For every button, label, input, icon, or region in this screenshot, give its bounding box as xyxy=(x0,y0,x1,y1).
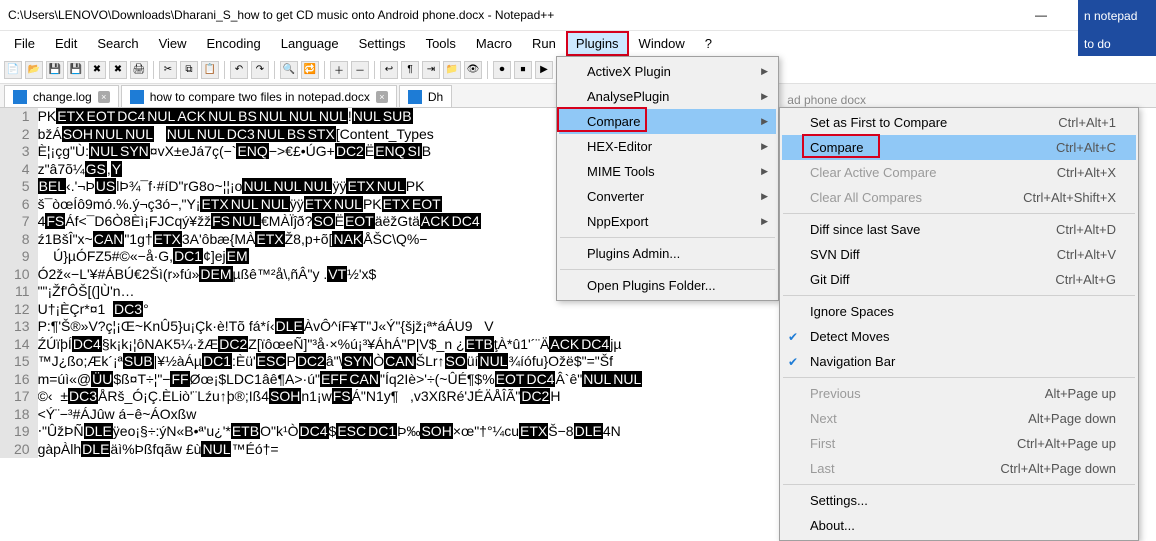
saveall-icon[interactable]: 💾 xyxy=(67,61,85,79)
replace-icon[interactable]: 🔁 xyxy=(301,61,319,79)
folder-icon[interactable]: 📁 xyxy=(443,61,461,79)
menu-run[interactable]: Run xyxy=(522,31,566,56)
compare-last[interactable]: LastCtrl+Alt+Page down xyxy=(782,456,1136,481)
menu-help[interactable]: ? xyxy=(695,31,722,56)
stop-icon[interactable]: ⏹ xyxy=(514,61,532,79)
new-icon[interactable]: 📄 xyxy=(4,61,22,79)
paste-icon[interactable]: 📋 xyxy=(201,61,219,79)
undo-icon[interactable]: ↶ xyxy=(230,61,248,79)
redo-icon[interactable]: ↷ xyxy=(251,61,269,79)
tab-how-to-compare[interactable]: how to compare two files in notepad.docx… xyxy=(121,85,397,107)
check-icon: ✔ xyxy=(788,355,798,369)
disk-icon xyxy=(408,90,422,104)
plugins-activex[interactable]: ActiveX Plugin xyxy=(559,59,776,84)
window-title: C:\Users\LENOVO\Downloads\Dharani_S_how … xyxy=(0,8,1018,22)
compare-first[interactable]: FirstCtrl+Alt+Page up xyxy=(782,431,1136,456)
menu-language[interactable]: Language xyxy=(271,31,349,56)
plugins-menu: ActiveX Plugin AnalysePlugin Compare HEX… xyxy=(556,56,779,301)
menubar: File Edit Search View Encoding Language … xyxy=(0,31,1156,56)
tab-changelog[interactable]: change.log × xyxy=(4,85,119,107)
titlebar: C:\Users\LENOVO\Downloads\Dharani_S_how … xyxy=(0,0,1156,31)
compare-setfirst[interactable]: Set as First to CompareCtrl+Alt+1 xyxy=(782,110,1136,135)
tab-dharani[interactable]: Dh xyxy=(399,85,452,107)
compare-git[interactable]: Git DiffCtrl+Alt+G xyxy=(782,267,1136,292)
wordwrap-icon[interactable]: ↩ xyxy=(380,61,398,79)
plugins-mime[interactable]: MIME Tools xyxy=(559,159,776,184)
other-window-title: n notepad xyxy=(1078,0,1156,31)
print-icon[interactable]: 🖨 xyxy=(130,61,148,79)
tab-label: change.log xyxy=(33,90,92,104)
compare-compare[interactable]: CompareCtrl+Alt+C xyxy=(782,135,1136,160)
allchars-icon[interactable]: ¶ xyxy=(401,61,419,79)
compare-menu: Set as First to CompareCtrl+Alt+1 Compar… xyxy=(779,107,1139,541)
plugins-compare[interactable]: Compare xyxy=(559,109,776,134)
compare-previous[interactable]: PreviousAlt+Page up xyxy=(782,381,1136,406)
other-window-text: to do xyxy=(1078,31,1156,56)
zoomout-icon[interactable]: － xyxy=(351,61,369,79)
compare-clearactive[interactable]: Clear Active CompareCtrl+Alt+X xyxy=(782,160,1136,185)
menu-settings[interactable]: Settings xyxy=(349,31,416,56)
cut-icon[interactable]: ✂ xyxy=(159,61,177,79)
record-icon[interactable]: ⏺ xyxy=(493,61,511,79)
open-icon[interactable]: 📂 xyxy=(25,61,43,79)
play-icon[interactable]: ▶ xyxy=(535,61,553,79)
menu-macro[interactable]: Macro xyxy=(466,31,522,56)
closeall-icon[interactable]: ✖ xyxy=(109,61,127,79)
tab-label: Dh xyxy=(428,90,443,104)
menu-edit[interactable]: Edit xyxy=(45,31,87,56)
compare-clearall[interactable]: Clear All ComparesCtrl+Alt+Shift+X xyxy=(782,185,1136,210)
compare-settings[interactable]: Settings... xyxy=(782,488,1136,513)
compare-svn[interactable]: SVN DiffCtrl+Alt+V xyxy=(782,242,1136,267)
partial-tab-text: ad phone docx xyxy=(787,93,1156,107)
gutter: 1234567891011121314151617181920 xyxy=(0,108,38,458)
menu-search[interactable]: Search xyxy=(87,31,148,56)
menu-file[interactable]: File xyxy=(4,31,45,56)
tab-close-icon[interactable]: × xyxy=(98,91,110,103)
plugins-openfolder[interactable]: Open Plugins Folder... xyxy=(559,273,776,298)
compare-detectmoves[interactable]: ✔ Detect Moves xyxy=(782,324,1136,349)
tab-label: how to compare two files in notepad.docx xyxy=(150,90,370,104)
compare-diffsave[interactable]: Diff since last SaveCtrl+Alt+D xyxy=(782,217,1136,242)
plugins-converter[interactable]: Converter xyxy=(559,184,776,209)
compare-navbar[interactable]: ✔ Navigation Bar xyxy=(782,349,1136,374)
close-icon[interactable]: ✖ xyxy=(88,61,106,79)
disk-icon xyxy=(130,90,144,104)
plugins-nppexport[interactable]: NppExport xyxy=(559,209,776,234)
monitor-icon[interactable]: 👁 xyxy=(464,61,482,79)
find-icon[interactable]: 🔍 xyxy=(280,61,298,79)
menu-view[interactable]: View xyxy=(149,31,197,56)
menu-tools[interactable]: Tools xyxy=(416,31,466,56)
plugins-hex[interactable]: HEX-Editor xyxy=(559,134,776,159)
tab-close-icon[interactable]: × xyxy=(376,91,388,103)
menu-window[interactable]: Window xyxy=(629,31,695,56)
plugins-analyse[interactable]: AnalysePlugin xyxy=(559,84,776,109)
compare-ignorespaces[interactable]: Ignore Spaces xyxy=(782,299,1136,324)
plugins-admin[interactable]: Plugins Admin... xyxy=(559,241,776,266)
save-icon[interactable]: 💾 xyxy=(46,61,64,79)
menu-plugins[interactable]: Plugins xyxy=(566,31,629,56)
compare-next[interactable]: NextAlt+Page down xyxy=(782,406,1136,431)
minimize-button[interactable]: — xyxy=(1018,0,1064,30)
check-icon: ✔ xyxy=(788,330,798,344)
zoomin-icon[interactable]: ＋ xyxy=(330,61,348,79)
copy-icon[interactable]: ⧉ xyxy=(180,61,198,79)
menu-encoding[interactable]: Encoding xyxy=(197,31,271,56)
indent-icon[interactable]: ⇥ xyxy=(422,61,440,79)
disk-icon xyxy=(13,90,27,104)
